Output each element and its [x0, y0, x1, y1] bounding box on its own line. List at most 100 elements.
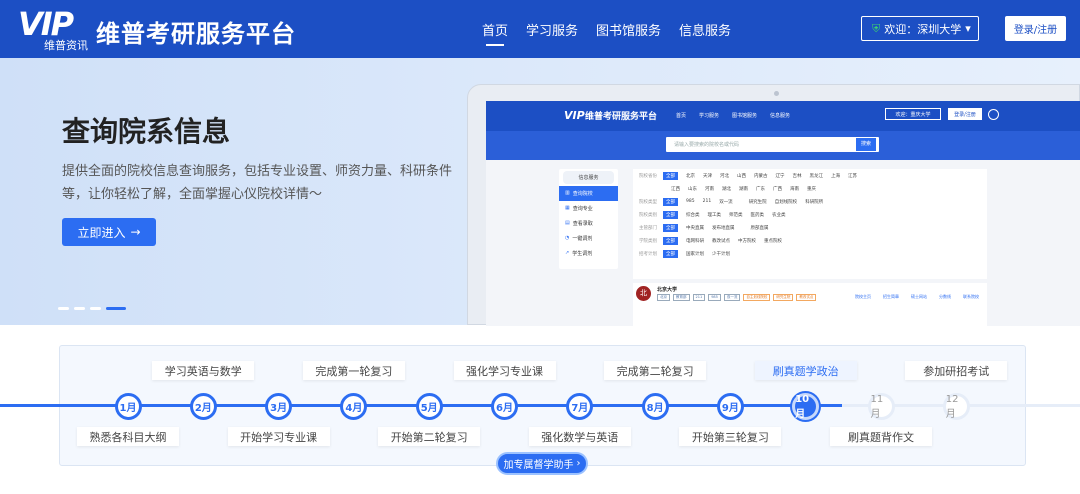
- timeline-milestone-label: 强化学习专业课: [453, 361, 556, 380]
- timeline-milestone-label: 完成第二轮复习: [604, 361, 707, 380]
- carousel-dot[interactable]: [90, 307, 101, 310]
- mock-filter-option: 海南: [790, 186, 799, 192]
- timeline-milestone-label: 开始第三轮复习: [679, 427, 782, 446]
- chart-icon: ▥: [565, 190, 570, 196]
- main-nav: 首页 学习服务 图书馆服务 信息服务: [482, 20, 731, 46]
- welcome-dropdown[interactable]: ⛨ 欢迎：深圳大学 ▾: [861, 16, 979, 41]
- mock-header: VIP 维普考研服务平台 首页 学习服务 图书馆服务 信息服务 欢迎：重庆大学 …: [486, 101, 1080, 131]
- mock-sidebar-item: ▤ 查看录取: [559, 216, 618, 231]
- top-header: VIP 维普资讯 维普考研服务平台 首页 学习服务 图书馆服务 信息服务 ⛨ 欢…: [0, 0, 1080, 58]
- mock-filter-option: 全部: [663, 223, 678, 232]
- mock-sidebar-item: ↗ 学生调剂: [559, 246, 618, 261]
- mock-title: 维普考研服务平台: [585, 112, 658, 122]
- mock-filter-option: 内蒙古: [754, 173, 768, 179]
- study-assistant-button[interactable]: 加专属督学助手 ›: [496, 452, 588, 475]
- mock-university-link: 硕士网站: [911, 294, 927, 299]
- timeline-month-node[interactable]: 3月: [265, 393, 293, 420]
- mock-sidebar-label: 查询专业: [572, 206, 593, 212]
- timeline-month-node[interactable]: 1月: [114, 393, 142, 420]
- mock-university-link: 招生简章: [883, 294, 899, 299]
- mock-filter-option: 全部: [663, 249, 678, 258]
- mock-university-tag: 自主划线院校: [743, 294, 771, 301]
- nav-info-service[interactable]: 信息服务: [679, 20, 731, 39]
- mock-filter-row: 学院类别 全部 电网科研 教改试点 中方院校 重点院校: [633, 234, 987, 247]
- mock-nav-item: 首页: [676, 113, 687, 119]
- mock-filter-row: 主管部门 全部 中央直属 发布地直属 原部直属: [633, 221, 987, 234]
- arrow-right-icon: →: [130, 225, 141, 239]
- mock-filter-label: 学院类别: [639, 238, 657, 244]
- mock-filter-panel: 院校省份 全部 北京 天津 河北 山西 内蒙古 辽宁 吉林 黑龙江 上海 江苏 江西 山东 河南 湖北 湖南 广东…: [633, 169, 987, 279]
- carousel-dot[interactable]: [74, 307, 85, 310]
- mock-filter-option: 国家计划: [686, 251, 704, 257]
- mock-filter-option: 中央直属: [686, 225, 704, 231]
- mock-university-tags: 北京 教育部 211 985 双一流 自主划线院校 研究生院 教改试点: [657, 294, 817, 301]
- mock-sidebar-item: ▥ 查询院校: [559, 186, 618, 201]
- mock-filter-option: 广东: [756, 186, 765, 192]
- timeline-month-node[interactable]: 5月: [415, 393, 443, 420]
- pie-icon: ◔: [565, 235, 570, 241]
- mock-filter-option: 农业类: [772, 212, 786, 218]
- mock-login: 登录/注册: [948, 108, 982, 120]
- mock-filter-option: 湖南: [739, 186, 748, 192]
- chevron-right-icon: ›: [576, 458, 581, 469]
- mock-filter-option: 湖北: [722, 186, 731, 192]
- timeline-milestone-label: 熟悉各科目大纲: [77, 427, 179, 446]
- mock-filter-option: 理工类: [707, 212, 722, 218]
- timeline-month-node[interactable]: 2月: [189, 393, 217, 420]
- mock-university-tag: 研究生院: [773, 294, 794, 301]
- mock-sidebar-item: ▦ 查询专业: [559, 201, 618, 216]
- mock-university-tag: 北京: [657, 294, 670, 301]
- mock-filter-option: 山西: [737, 173, 746, 179]
- login-register-button[interactable]: 登录/注册: [1005, 16, 1066, 41]
- carousel-dot-active[interactable]: [106, 307, 126, 310]
- mock-filter-option: 北京: [686, 173, 695, 179]
- timeline-month-node[interactable]: 10月: [792, 393, 820, 420]
- vip-logo[interactable]: VIP 维普资讯: [18, 5, 88, 52]
- nav-library-service[interactable]: 图书馆服务: [596, 20, 661, 39]
- mock-filter-option: 全部: [663, 210, 678, 219]
- mock-nav-item: 学习服务: [699, 113, 720, 119]
- timeline-milestone-label: 参加研招考试: [905, 361, 1008, 380]
- nav-home[interactable]: 首页: [482, 20, 508, 46]
- mock-logo: VIP: [564, 109, 585, 122]
- mock-welcome: 欢迎：重庆大学: [885, 108, 941, 120]
- mock-filter-option: 重庆: [807, 186, 816, 192]
- mock-university-link: 院校主页: [855, 294, 871, 299]
- mock-sidebar-item: ◔ 一键调剂: [559, 231, 618, 246]
- mock-filter-option: 科研院所: [805, 199, 824, 205]
- mock-filter-option: 原部直属: [750, 225, 769, 231]
- shield-icon: ⛨: [872, 21, 881, 35]
- camera-dot: [774, 91, 779, 96]
- mock-nav-item: 图书馆服务: [732, 113, 758, 119]
- enter-now-button[interactable]: 立即进入 →: [62, 218, 156, 246]
- trend-icon: ↗: [565, 250, 570, 256]
- assist-label: 加专属督学助手: [503, 460, 574, 471]
- carousel-dot[interactable]: [58, 307, 69, 310]
- timeline-milestone-label: 开始学习专业课: [227, 427, 330, 446]
- timeline-month-node[interactable]: 9月: [716, 393, 744, 420]
- mock-filter-option: 医药类: [750, 212, 765, 218]
- mock-filter-option: 山东: [688, 186, 697, 192]
- hero-title: 查询院系信息: [62, 115, 231, 148]
- timeline-milestone-label: 开始第二轮复习: [378, 427, 481, 446]
- mock-filter-row: 院校省份 全部 北京 天津 河北 山西 内蒙古 辽宁 吉林 黑龙江 上海 江苏: [633, 169, 987, 182]
- mock-filter-option: 重点院校: [764, 238, 782, 244]
- timeline-month-node[interactable]: 6月: [491, 393, 518, 420]
- mock-sidebar-label: 查看录取: [572, 221, 593, 227]
- mock-sidebar: 信息服务 ▥ 查询院校 ▦ 查询专业 ▤ 查看录取 ◔ 一键调剂 ↗ 学生调剂: [559, 169, 618, 269]
- mock-filter-option: 广西: [773, 186, 782, 192]
- mock-university-card: 北 北京大学 北京 教育部 211 985 双一流 自主划线院校 研究生院 教改试点 院校主页…: [633, 283, 987, 326]
- mock-filter-label: 院校类型: [639, 199, 657, 205]
- caret-down-icon: ▾: [965, 22, 971, 35]
- mock-filter-row: 院校类别 全部 综合类 理工类 师范类 医药类 农业类: [633, 208, 987, 221]
- mock-sidebar-label: 学生调剂: [572, 251, 593, 257]
- timeline-milestone-label: 刷真题背作文: [830, 427, 932, 446]
- nav-study-service[interactable]: 学习服务: [526, 20, 578, 39]
- timeline-month-node[interactable]: 12月: [942, 393, 970, 420]
- timeline-milestone-label: 学习英语与数学: [152, 361, 255, 380]
- timeline-month-node[interactable]: 11月: [867, 393, 895, 420]
- mockup-screen: VIP 维普考研服务平台 首页 学习服务 图书馆服务 信息服务 欢迎：重庆大学 …: [486, 101, 1080, 326]
- mock-university-tag: 双一流: [723, 294, 741, 301]
- timeline-month-node[interactable]: 8月: [641, 393, 669, 420]
- timeline-milestone-label: 完成第一轮复习: [302, 361, 405, 380]
